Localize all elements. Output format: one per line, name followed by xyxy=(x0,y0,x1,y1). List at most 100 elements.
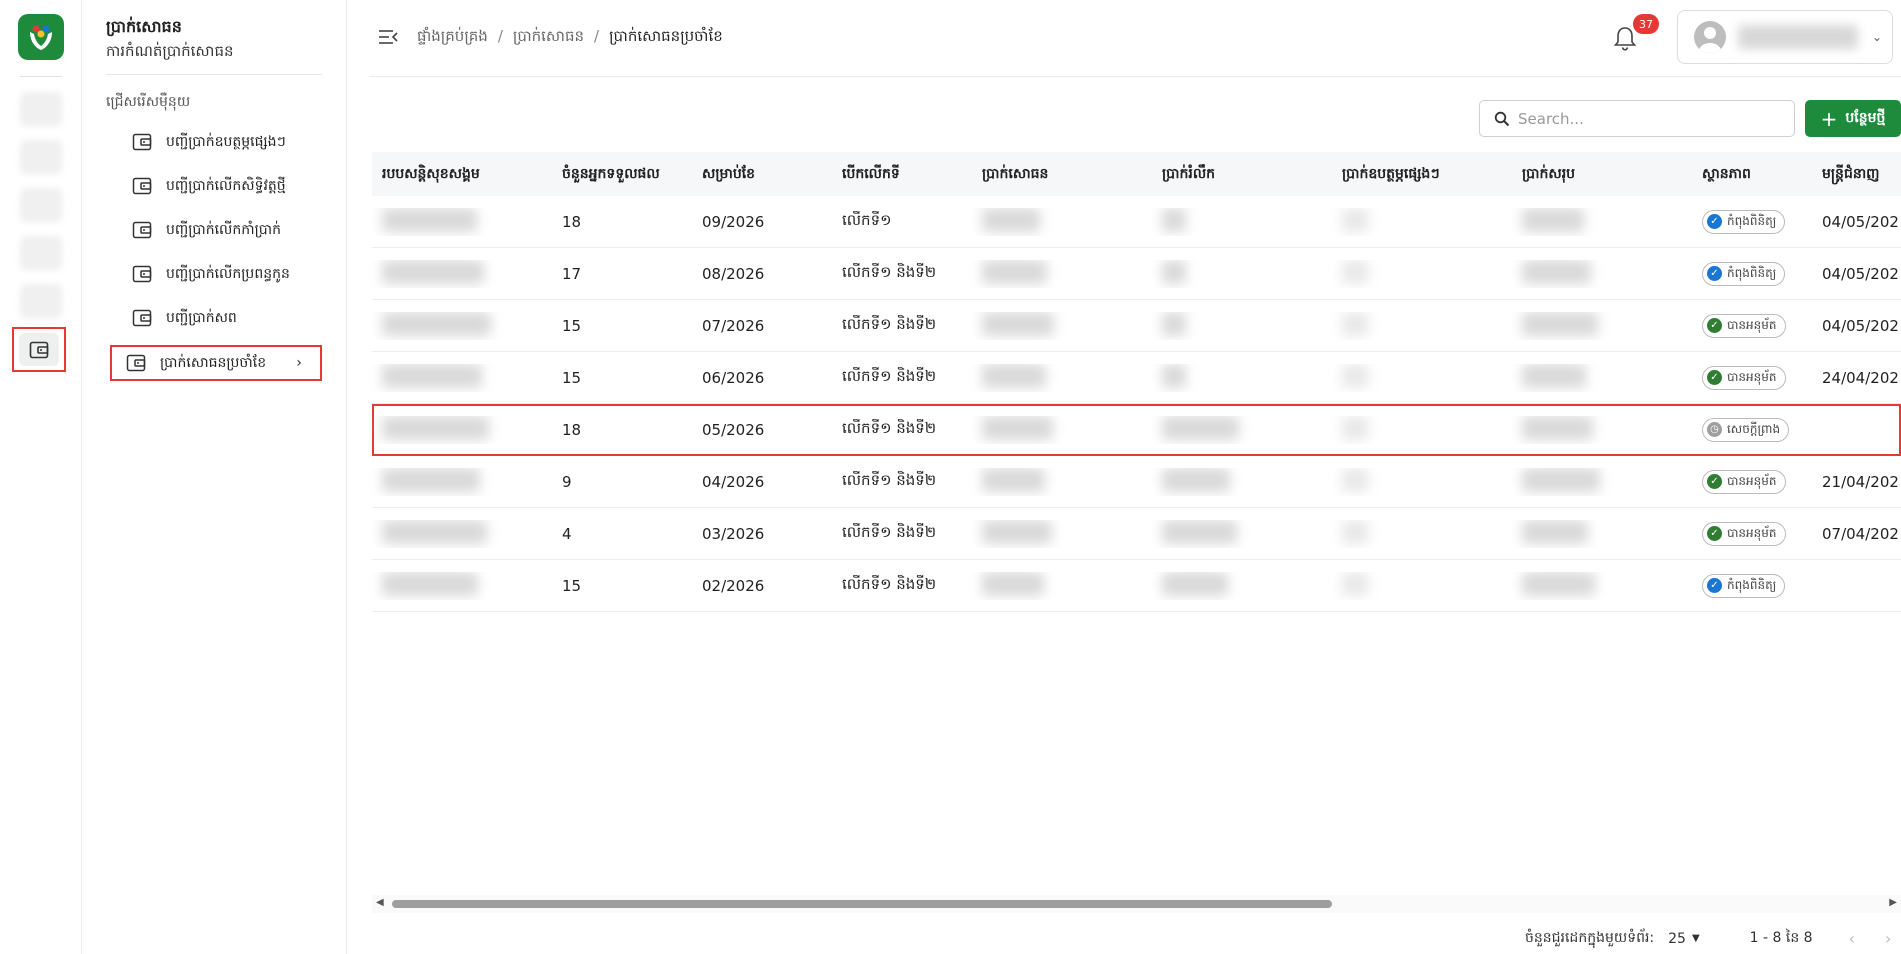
hands-heart-icon xyxy=(30,25,52,50)
status-label: កំពុងពិនិត្យ xyxy=(1727,577,1777,592)
user-menu[interactable]: ⌄ xyxy=(1677,10,1893,64)
col-header[interactable]: ប្រាក់រំលឹក xyxy=(1152,164,1332,185)
status-icon: ✓ xyxy=(1707,370,1722,385)
cell-pension xyxy=(972,311,1152,340)
plus-icon: + xyxy=(1820,106,1838,131)
cell-round: លើកទី១ xyxy=(842,210,892,229)
cell-total xyxy=(1512,207,1692,236)
table-row[interactable]: 15 02/2026 លើកទី១ និងទី២ ✓ កំពុងពិនិត្យ xyxy=(372,560,1901,612)
table-row[interactable]: 9 04/2026 លើកទី១ និងទី២ ✓ បានអនុម័ត 21/04/202 xyxy=(372,456,1901,508)
table-row[interactable]: 18 09/2026 លើកទី១ ✓ កំពុងពិនិត្យ 04/05/202 xyxy=(372,196,1901,248)
col-header[interactable]: បើកលើកទី xyxy=(832,164,972,185)
search-box[interactable] xyxy=(1479,100,1795,137)
table-row[interactable]: 4 03/2026 លើកទី១ និងទី២ ✓ បានអនុម័ត 07/04/202 xyxy=(372,508,1901,560)
cell-total xyxy=(1512,415,1692,444)
cell-count: 4 xyxy=(562,524,572,543)
breadcrumb-separator: / xyxy=(594,27,600,45)
cell-scheme xyxy=(372,415,552,444)
cell-other-allowance xyxy=(1332,207,1512,236)
cell-pension xyxy=(972,259,1152,288)
rail-item-4[interactable] xyxy=(20,236,62,270)
cell-count: 15 xyxy=(562,368,582,387)
prev-page-icon[interactable]: ‹ xyxy=(1849,929,1855,948)
status-label: កំពុងពិនិត្យ xyxy=(1727,213,1777,228)
rail-divider xyxy=(20,76,62,77)
wallet-icon xyxy=(132,264,152,284)
rows-per-page-label: ចំនួនជួរដេកក្នុងមួយទំព័រ: xyxy=(1525,930,1655,946)
add-new-button[interactable]: + បន្ថែមថ្មី xyxy=(1805,100,1901,137)
rows-per-page-select[interactable]: 25 xyxy=(1668,931,1686,947)
cell-scheme xyxy=(372,311,552,340)
cell-round: លើកទី១ និងទី២ xyxy=(842,418,937,437)
cell-arrears xyxy=(1152,259,1332,288)
cell-round: លើកទី១ និងទី២ xyxy=(842,314,937,333)
col-header[interactable]: ប្រាក់សោធន xyxy=(972,164,1152,185)
breadcrumb-dashboard[interactable]: ផ្ទាំងគ្រប់គ្រង xyxy=(417,27,488,49)
cell-scheme xyxy=(372,259,552,288)
col-header[interactable]: ប្រាក់ឧបត្ថម្ភផ្សេងៗ xyxy=(1332,164,1512,185)
cell-officer: 04/05/202 xyxy=(1822,316,1899,335)
table-row[interactable]: 15 06/2026 លើកទី១ និងទី២ ✓ បានអនុម័ត 24/04/20… xyxy=(372,352,1901,404)
cell-round: លើកទី១ និងទី២ xyxy=(842,522,937,541)
scroll-left-icon[interactable]: ◀ xyxy=(376,897,384,908)
status-badge: ✓ បានអនុម័ត xyxy=(1702,469,1786,494)
pagination: ចំនួនជួរដេកក្នុងមួយទំព័រ: 25 ▼ 1 - 8 នៃ … xyxy=(1525,928,1891,949)
cell-count: 17 xyxy=(562,264,582,283)
col-header[interactable]: ចំនួនអ្នកទទួលផល xyxy=(552,164,692,185)
next-page-icon[interactable]: › xyxy=(1885,929,1891,948)
table-header: របបសន្តិសុខសង្គម ចំនួនអ្នកទទួលផល សម្រាប់… xyxy=(372,152,1901,196)
rail-item-2[interactable] xyxy=(20,140,62,174)
menu-collapse-icon[interactable] xyxy=(377,26,399,48)
cell-arrears xyxy=(1152,467,1332,496)
status-icon: ◷ xyxy=(1707,422,1722,437)
col-header[interactable]: របបសន្តិសុខសង្គម xyxy=(372,164,552,185)
scroll-right-icon[interactable]: ▶ xyxy=(1889,897,1897,908)
cell-month: 09/2026 xyxy=(702,212,765,231)
cell-total xyxy=(1512,363,1692,392)
col-header[interactable]: សម្រាប់ខែ xyxy=(692,164,832,185)
breadcrumb-current: ប្រាក់សោធនប្រចាំខែ xyxy=(609,27,723,45)
status-badge: ✓ បានអនុម័ត xyxy=(1702,521,1786,546)
sidebar-item-other-allowances[interactable]: បញ្ជីប្រាក់ឧបត្ថម្ភផ្សេងៗ xyxy=(126,126,336,158)
sidebar-item-funeral[interactable]: បញ្ជីប្រាក់សព xyxy=(126,302,336,334)
status-icon: ✓ xyxy=(1707,526,1722,541)
cell-count: 18 xyxy=(562,420,582,439)
col-header[interactable]: ប្រាក់សរុប xyxy=(1512,164,1692,185)
sidebar-item-monthly-pension[interactable]: ប្រាក់សោធនប្រចាំខែ › xyxy=(110,345,322,381)
sidebar-item-spouse-children[interactable]: បញ្ជីប្រាក់លើកប្រពន្ធកូន xyxy=(126,258,336,290)
sidebar-item-salary-step[interactable]: បញ្ជីប្រាក់លើកកាំប្រាក់ xyxy=(126,214,336,246)
rail-item-3[interactable] xyxy=(20,188,62,222)
search-input[interactable] xyxy=(1518,109,1778,128)
breadcrumb-pension[interactable]: ប្រាក់សោធន xyxy=(513,27,584,49)
cell-other-allowance xyxy=(1332,467,1512,496)
col-header[interactable]: ស្ថានភាព xyxy=(1692,164,1812,185)
cell-status: ✓ បានអនុម័ត xyxy=(1692,365,1812,390)
caret-down-icon[interactable]: ▼ xyxy=(1692,933,1700,944)
cell-scheme xyxy=(372,207,552,236)
horizontal-scrollbar[interactable]: ◀ ▶ xyxy=(372,895,1901,913)
rail-item-1[interactable] xyxy=(20,92,62,126)
status-badge: ◷ សេចក្តីព្រាង xyxy=(1702,417,1790,442)
table-row[interactable]: 17 08/2026 លើកទី១ និងទី២ ✓ កំពុងពិនិត្យ 04/05… xyxy=(372,248,1901,300)
table-body: 18 09/2026 លើកទី១ ✓ កំពុងពិនិត្យ 04/05/202 17 0… xyxy=(372,196,1901,612)
scrollbar-thumb[interactable] xyxy=(392,900,1332,908)
table-row[interactable]: 15 07/2026 លើកទី១ និងទី២ ✓ បានអនុម័ត 04/05/20… xyxy=(372,300,1901,352)
col-header[interactable]: មន្ត្រីជំនាញ xyxy=(1812,164,1901,185)
cell-officer: 04/05/202 xyxy=(1822,264,1899,283)
app-logo[interactable] xyxy=(18,14,64,60)
user-name-blurred xyxy=(1738,25,1858,49)
cell-status: ✓ បានអនុម័ត xyxy=(1692,469,1812,494)
rail-item-pension[interactable] xyxy=(12,327,66,372)
wallet-icon xyxy=(132,220,152,240)
cell-month: 06/2026 xyxy=(702,368,765,387)
sidebar-item-new-rights[interactable]: បញ្ជីប្រាក់លើកសិទ្ធិវត្តថ្មី xyxy=(126,170,336,202)
cell-arrears xyxy=(1152,207,1332,236)
table-row[interactable]: 18 05/2026 លើកទី១ និងទី២ ◷ សេចក្តីព្រាង xyxy=(372,404,1901,456)
status-label: សេចក្តីព្រាង xyxy=(1727,421,1781,436)
cell-month: 03/2026 xyxy=(702,524,765,543)
sidebar-item-label: បញ្ជីប្រាក់លើកកាំប្រាក់ xyxy=(166,221,281,238)
cell-count: 15 xyxy=(562,576,582,595)
notification-badge: 37 xyxy=(1633,14,1659,34)
rail-item-5[interactable] xyxy=(20,284,62,318)
cell-month: 04/2026 xyxy=(702,472,765,491)
